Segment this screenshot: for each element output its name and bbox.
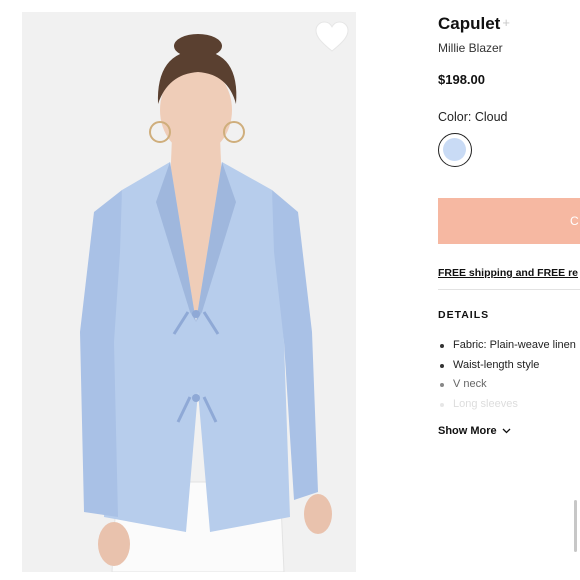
details-list: Fabric: Plain-weave linen Waist-length s… — [438, 336, 576, 414]
product-info-panel: Capulet + Millie Blazer $198.00 Color: Cl… — [438, 0, 580, 580]
details-item: Long sleeves — [438, 395, 576, 415]
color-label: Color: Cloud — [438, 110, 508, 124]
brand-follow-plus[interactable]: + — [502, 15, 510, 30]
brand-row: Capulet + — [438, 14, 510, 34]
details-heading: DETAILS — [438, 309, 490, 321]
details-item: Fabric: Plain-weave linen — [438, 336, 576, 356]
favorite-button[interactable] — [314, 20, 350, 54]
chevron-down-icon — [502, 428, 511, 434]
show-more-button[interactable]: Show More — [438, 425, 511, 437]
product-image[interactable] — [22, 12, 356, 572]
heart-icon — [315, 21, 349, 52]
details-item: V neck — [438, 375, 576, 395]
add-to-bag-button[interactable]: C — [438, 198, 580, 244]
color-swatch-cloud[interactable] — [438, 133, 472, 167]
swatch-fill — [443, 138, 466, 161]
brand-link[interactable]: Capulet — [438, 14, 500, 33]
product-price: $198.00 — [438, 72, 485, 87]
shipping-link[interactable]: FREE shipping and FREE re — [438, 267, 578, 279]
show-more-label: Show More — [438, 425, 497, 437]
product-name: Millie Blazer — [438, 41, 503, 55]
divider — [438, 289, 580, 290]
details-item: Waist-length style — [438, 356, 576, 376]
model-illustration — [22, 12, 356, 572]
page-scrollbar[interactable] — [574, 500, 577, 552]
